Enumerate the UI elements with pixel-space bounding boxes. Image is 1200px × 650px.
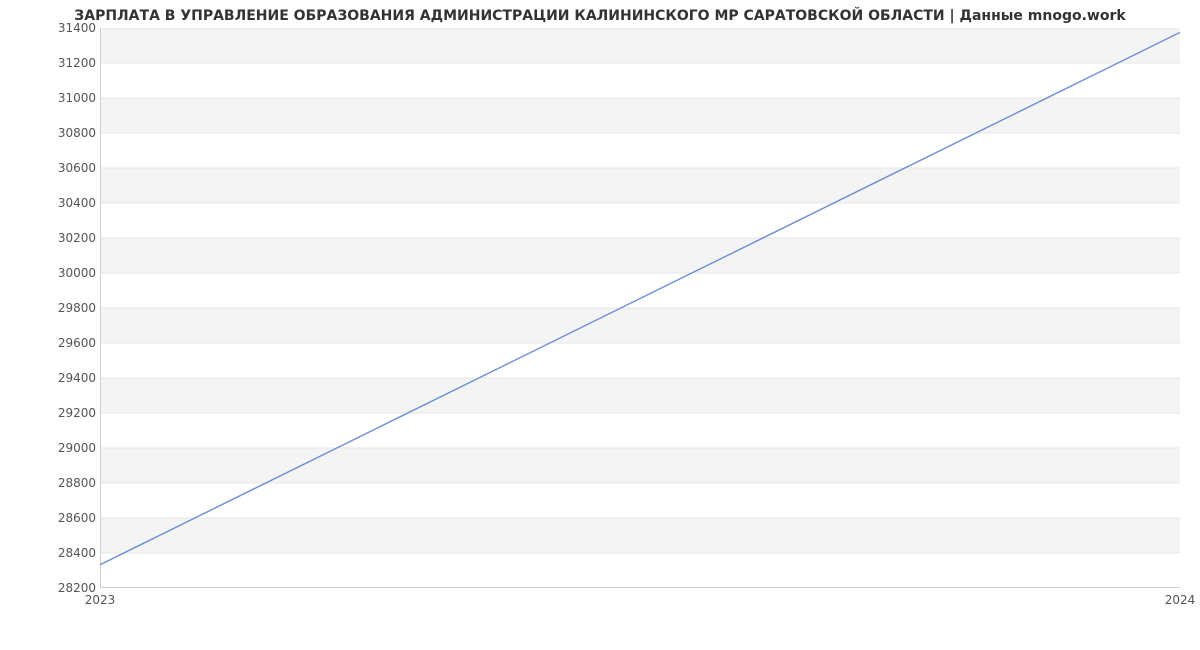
y-tick-label: 30600	[40, 161, 96, 175]
x-axis-ticks: 20232024	[100, 593, 1180, 613]
y-tick-label: 30400	[40, 196, 96, 210]
chart-title: ЗАРПЛАТА В УПРАВЛЕНИЕ ОБРАЗОВАНИЯ АДМИНИ…	[0, 0, 1200, 28]
y-tick-label: 31000	[40, 91, 96, 105]
y-tick-label: 29400	[40, 371, 96, 385]
y-tick-label: 30000	[40, 266, 96, 280]
x-tick-label: 2024	[1165, 593, 1196, 607]
y-tick-label: 29200	[40, 406, 96, 420]
y-tick-label: 31200	[40, 56, 96, 70]
chart-svg	[100, 28, 1180, 588]
chart-plot-area: 2820028400286002880029000292002940029600…	[100, 28, 1180, 588]
y-tick-label: 31400	[40, 21, 96, 35]
y-tick-label: 28600	[40, 511, 96, 525]
y-tick-label: 29000	[40, 441, 96, 455]
y-tick-label: 28400	[40, 546, 96, 560]
y-tick-label: 30200	[40, 231, 96, 245]
x-tick-label: 2023	[85, 593, 116, 607]
y-tick-label: 30800	[40, 126, 96, 140]
y-tick-label: 28800	[40, 476, 96, 490]
y-axis-ticks: 2820028400286002880029000292002940029600…	[40, 28, 96, 588]
y-tick-label: 29800	[40, 301, 96, 315]
y-tick-label: 29600	[40, 336, 96, 350]
